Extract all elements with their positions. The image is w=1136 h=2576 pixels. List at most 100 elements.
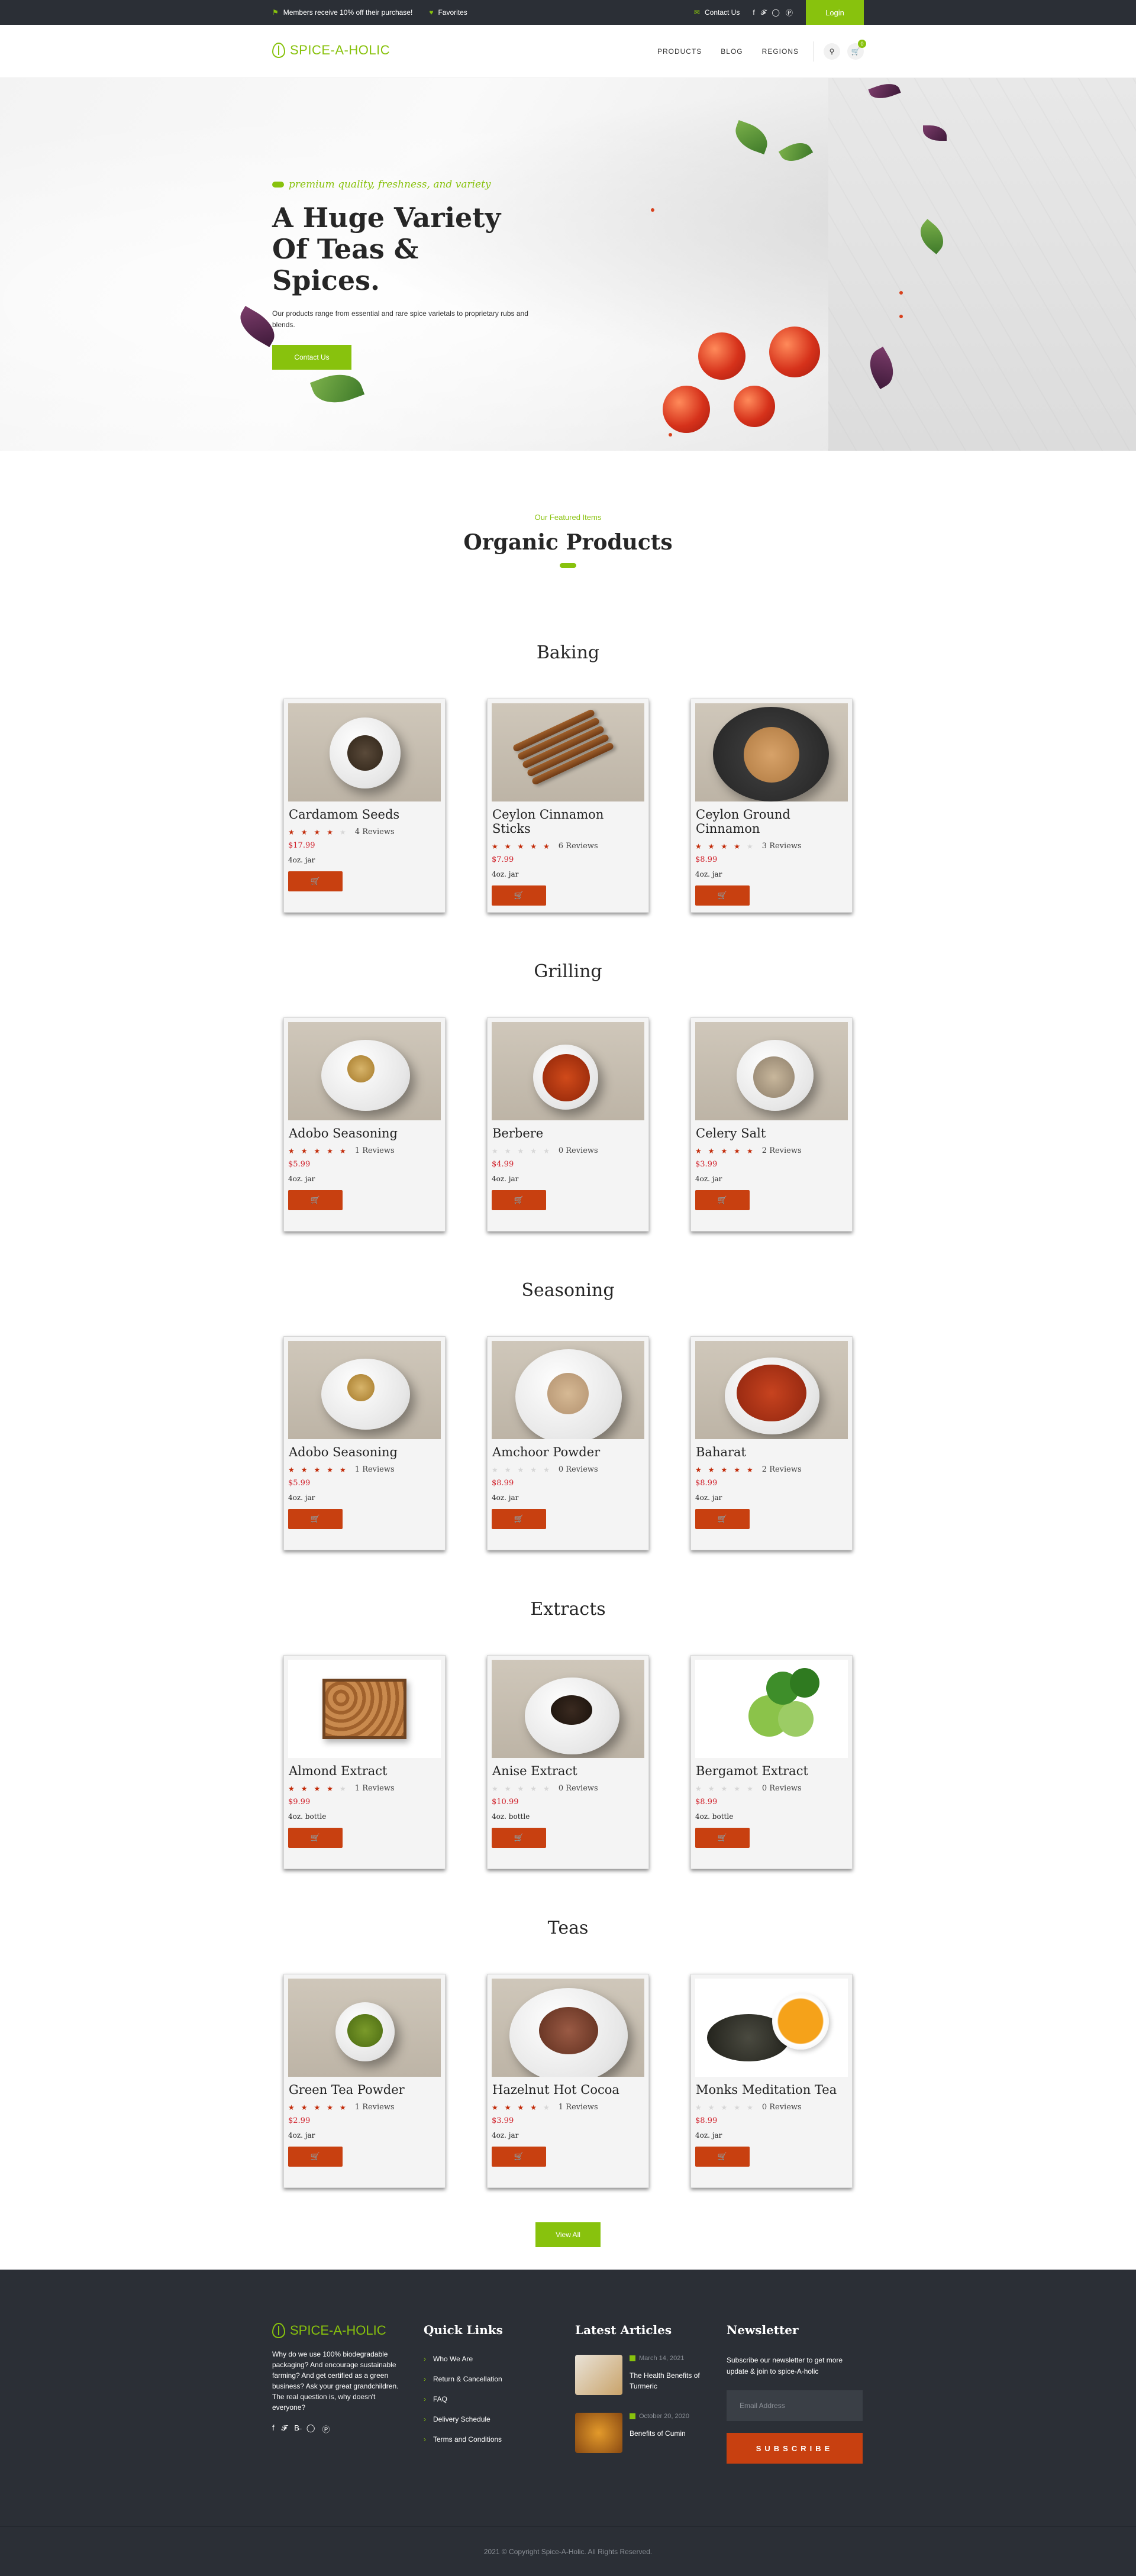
- footer-logo[interactable]: SPICE-A-HOLIC: [272, 2323, 402, 2338]
- footer-link-returns[interactable]: Return & Cancellation: [424, 2375, 503, 2383]
- email-input[interactable]: Email Address: [727, 2390, 863, 2422]
- add-to-cart-button[interactable]: 🛒: [492, 1828, 546, 1848]
- product-name[interactable]: Amchoor Powder: [492, 1445, 644, 1459]
- review-count[interactable]: 1 Reviews: [355, 1465, 395, 1474]
- product-card[interactable]: Adobo Seasoning ★★★★★ 1 Reviews $5.99 4o…: [283, 1336, 446, 1550]
- add-to-cart-button[interactable]: 🛒: [288, 1828, 343, 1848]
- add-to-cart-button[interactable]: 🛒: [492, 885, 546, 906]
- twitter-icon[interactable]: 𝓕: [282, 2423, 288, 2435]
- add-to-cart-button[interactable]: 🛒: [695, 1509, 750, 1529]
- pinterest-icon[interactable]: Ⓟ: [786, 8, 793, 18]
- product-name[interactable]: Cardamom Seeds: [288, 807, 441, 822]
- product-image[interactable]: [492, 1022, 644, 1120]
- nav-item-products[interactable]: PRODUCTS: [657, 47, 702, 56]
- nav-item-regions[interactable]: REGIONS: [762, 47, 799, 56]
- product-card[interactable]: Ceylon Ground Cinnamon ★★★★★ 3 Reviews $…: [690, 699, 853, 913]
- product-image[interactable]: [288, 1979, 441, 2077]
- footer-link-faq[interactable]: FAQ: [424, 2395, 503, 2403]
- review-count[interactable]: 1 Reviews: [355, 2103, 395, 2112]
- article-item[interactable]: October 20, 2020 Benefits of Cumin: [575, 2413, 706, 2453]
- subscribe-button[interactable]: SUBSCRIBE: [727, 2433, 863, 2464]
- product-card[interactable]: Baharat ★★★★★ 2 Reviews $8.99 4oz. jar 🛒: [690, 1336, 853, 1550]
- footer-link-who-we-are[interactable]: Who We Are: [424, 2355, 503, 2363]
- product-card[interactable]: Adobo Seasoning ★★★★★ 1 Reviews $5.99 4o…: [283, 1017, 446, 1232]
- product-image[interactable]: [695, 1341, 848, 1439]
- nav-item-blog[interactable]: BLOG: [721, 47, 743, 56]
- product-card[interactable]: Berbere ★★★★★ 0 Reviews $4.99 4oz. jar 🛒: [487, 1017, 649, 1232]
- contact-link[interactable]: ✉ Contact Us: [694, 8, 740, 17]
- add-to-cart-button[interactable]: 🛒: [288, 871, 343, 891]
- product-card[interactable]: Almond Extract ★★★★★ 1 Reviews $9.99 4oz…: [283, 1655, 446, 1869]
- facebook-icon[interactable]: f: [753, 8, 754, 17]
- view-all-button[interactable]: View All: [535, 2222, 601, 2247]
- review-count[interactable]: 4 Reviews: [355, 828, 395, 836]
- add-to-cart-button[interactable]: 🛒: [288, 2147, 343, 2167]
- article-item[interactable]: March 14, 2021 The Health Benefits of Tu…: [575, 2355, 706, 2395]
- review-count[interactable]: 0 Reviews: [559, 1465, 598, 1474]
- product-image[interactable]: [288, 703, 441, 801]
- cart-button[interactable]: 🛒 0: [847, 40, 866, 60]
- favorites-link[interactable]: ♥ Favorites: [429, 8, 467, 17]
- facebook-icon[interactable]: f: [272, 2423, 275, 2435]
- pinterest-icon[interactable]: Ⓟ: [322, 2423, 330, 2435]
- product-image[interactable]: [492, 703, 644, 801]
- product-card[interactable]: Celery Salt ★★★★★ 2 Reviews $3.99 4oz. j…: [690, 1017, 853, 1232]
- product-card[interactable]: Ceylon Cinnamon Sticks ★★★★★ 6 Reviews $…: [487, 699, 649, 913]
- review-count[interactable]: 0 Reviews: [762, 2103, 802, 2112]
- review-count[interactable]: 2 Reviews: [762, 1465, 802, 1474]
- add-to-cart-button[interactable]: 🛒: [492, 2147, 546, 2167]
- product-image[interactable]: [288, 1660, 441, 1758]
- add-to-cart-button[interactable]: 🛒: [695, 885, 750, 906]
- product-name[interactable]: Monks Meditation Tea: [695, 2083, 848, 2097]
- add-to-cart-button[interactable]: 🛒: [288, 1509, 343, 1529]
- product-image[interactable]: [695, 1022, 848, 1120]
- product-image[interactable]: [695, 1979, 848, 2077]
- add-to-cart-button[interactable]: 🛒: [492, 1190, 546, 1210]
- add-to-cart-button[interactable]: 🛒: [288, 1190, 343, 1210]
- review-count[interactable]: 1 Reviews: [559, 2103, 598, 2112]
- product-image[interactable]: [695, 703, 848, 801]
- product-name[interactable]: Ceylon Ground Cinnamon: [695, 807, 848, 836]
- product-name[interactable]: Green Tea Powder: [288, 2083, 441, 2097]
- review-count[interactable]: 0 Reviews: [559, 1146, 598, 1155]
- product-name[interactable]: Adobo Seasoning: [288, 1126, 441, 1140]
- product-name[interactable]: Hazelnut Hot Cocoa: [492, 2083, 644, 2097]
- footer-link-delivery[interactable]: Delivery Schedule: [424, 2415, 503, 2423]
- review-count[interactable]: 1 Reviews: [355, 1784, 395, 1793]
- search-button[interactable]: ⚲: [824, 43, 840, 60]
- product-image[interactable]: [492, 1660, 644, 1758]
- add-to-cart-button[interactable]: 🛒: [695, 1190, 750, 1210]
- login-button[interactable]: Login: [806, 0, 864, 25]
- product-card[interactable]: Anise Extract ★★★★★ 0 Reviews $10.99 4oz…: [487, 1655, 649, 1869]
- product-name[interactable]: Baharat: [695, 1445, 848, 1459]
- product-name[interactable]: Almond Extract: [288, 1764, 441, 1778]
- product-image[interactable]: [492, 1979, 644, 2077]
- review-count[interactable]: 6 Reviews: [559, 842, 598, 851]
- site-logo[interactable]: SPICE-A-HOLIC: [272, 43, 390, 58]
- contact-us-button[interactable]: Contact Us: [272, 345, 351, 370]
- article-title[interactable]: Benefits of Cumin: [630, 2428, 706, 2439]
- behance-icon[interactable]: B̶: [294, 2423, 299, 2435]
- article-title[interactable]: The Health Benefits of Turmeric: [630, 2370, 706, 2391]
- review-count[interactable]: 1 Reviews: [355, 1146, 395, 1155]
- product-name[interactable]: Ceylon Cinnamon Sticks: [492, 807, 644, 836]
- review-count[interactable]: 0 Reviews: [762, 1784, 802, 1793]
- review-count[interactable]: 2 Reviews: [762, 1146, 802, 1155]
- product-name[interactable]: Bergamot Extract: [695, 1764, 848, 1778]
- product-name[interactable]: Adobo Seasoning: [288, 1445, 441, 1459]
- product-card[interactable]: Cardamom Seeds ★★★★★ 4 Reviews $17.99 4o…: [283, 699, 446, 913]
- product-card[interactable]: Monks Meditation Tea ★★★★★ 0 Reviews $8.…: [690, 1974, 853, 2188]
- twitter-icon[interactable]: 𝓕: [761, 8, 766, 17]
- instagram-icon[interactable]: ◯: [772, 8, 780, 17]
- product-card[interactable]: Green Tea Powder ★★★★★ 1 Reviews $2.99 4…: [283, 1974, 446, 2188]
- product-name[interactable]: Berbere: [492, 1126, 644, 1140]
- add-to-cart-button[interactable]: 🛒: [695, 1828, 750, 1848]
- instagram-icon[interactable]: ◯: [306, 2423, 315, 2435]
- product-name[interactable]: Celery Salt: [695, 1126, 848, 1140]
- review-count[interactable]: 3 Reviews: [762, 842, 802, 851]
- product-image[interactable]: [695, 1660, 848, 1758]
- add-to-cart-button[interactable]: 🛒: [492, 1509, 546, 1529]
- footer-link-terms[interactable]: Terms and Conditions: [424, 2435, 503, 2444]
- product-name[interactable]: Anise Extract: [492, 1764, 644, 1778]
- product-card[interactable]: Hazelnut Hot Cocoa ★★★★★ 1 Reviews $3.99…: [487, 1974, 649, 2188]
